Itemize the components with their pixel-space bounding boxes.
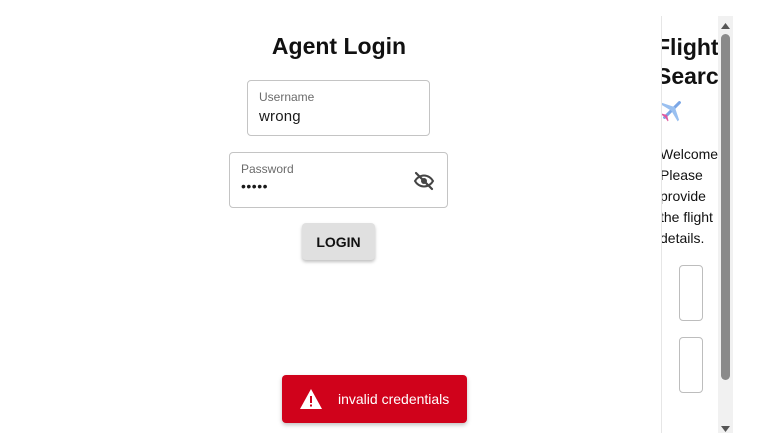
- flight-input-2[interactable]: [679, 337, 703, 393]
- welcome-text: Welcome Please provide the flight detail…: [661, 144, 718, 249]
- flight-search-title: Flight Search: [661, 33, 718, 91]
- vertical-scrollbar[interactable]: [718, 16, 733, 433]
- welcome-line: provide: [661, 188, 706, 204]
- eye-off-icon[interactable]: [412, 169, 436, 193]
- flight-search-title-line2: Search: [662, 63, 718, 89]
- username-label: Username: [259, 90, 315, 104]
- scroll-down-arrow-icon[interactable]: [720, 421, 731, 432]
- login-button[interactable]: LOGIN: [302, 223, 375, 260]
- page-title: Agent Login: [271, 33, 407, 59]
- welcome-line: the flight: [661, 209, 713, 225]
- airplane-icon: [662, 96, 686, 124]
- page-gutter: [733, 0, 764, 433]
- toast-message: invalid credentials: [338, 391, 450, 407]
- password-input[interactable]: •••••: [241, 178, 268, 194]
- scroll-up-arrow-icon[interactable]: [720, 18, 731, 29]
- agent-login-panel: Agent Login Username wrong Password ••••…: [0, 0, 660, 433]
- welcome-line: details.: [661, 230, 705, 246]
- username-input[interactable]: wrong: [259, 108, 301, 125]
- password-field[interactable]: Password •••••: [229, 152, 448, 208]
- scrollbar-thumb[interactable]: [721, 34, 730, 380]
- welcome-line: Welcome: [661, 146, 718, 162]
- welcome-line: Please: [661, 167, 703, 183]
- flight-search-panel: Flight Search Welcome Please provide the…: [661, 16, 718, 433]
- username-field[interactable]: Username wrong: [247, 80, 430, 136]
- password-label: Password: [241, 162, 294, 176]
- flight-search-title-line1: Flight: [661, 34, 718, 60]
- warning-icon: [299, 388, 323, 410]
- flight-input-1[interactable]: [679, 265, 703, 321]
- error-toast: invalid credentials: [282, 375, 467, 423]
